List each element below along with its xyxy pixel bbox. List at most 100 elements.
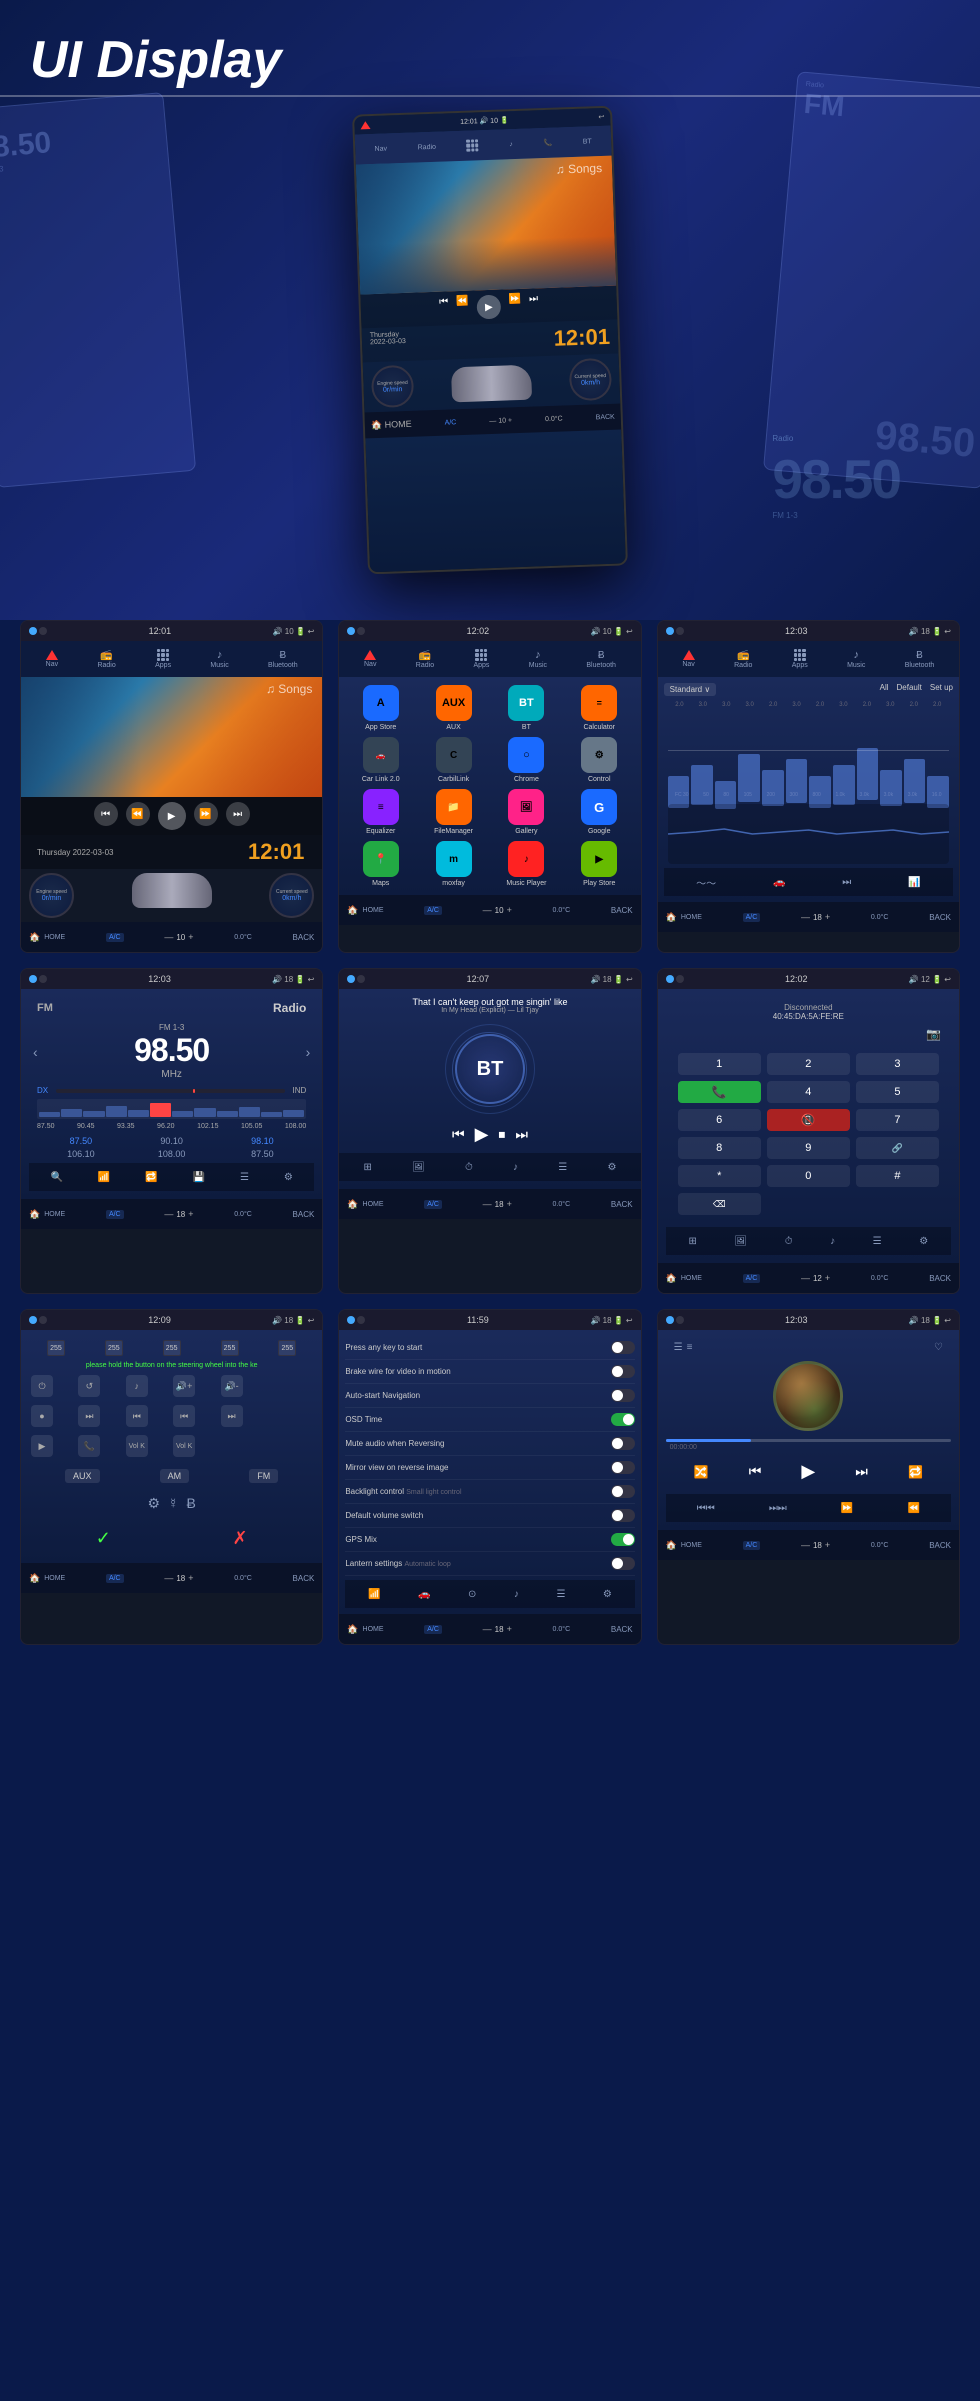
list-icon[interactable]: ☰	[240, 1172, 249, 1183]
music-vol-left[interactable]: ⏮⏮	[697, 1503, 715, 1514]
app-aux[interactable]: AUXAUX	[420, 685, 487, 731]
phone-list-icon[interactable]: ☰	[873, 1236, 882, 1247]
app-appstore[interactable]: AApp Store	[347, 685, 414, 731]
freq-2[interactable]: 90.10	[128, 1136, 216, 1146]
nav-item-radio[interactable]: 📻 Radio	[97, 650, 115, 669]
key-4[interactable]: 4	[767, 1081, 850, 1103]
steer-val-4[interactable]: 255	[221, 1340, 239, 1356]
eq-icon-wave[interactable]: 〜〜	[696, 875, 716, 890]
bt-stop[interactable]: ⏹	[498, 1126, 505, 1143]
aux-label[interactable]: AUX	[65, 1469, 100, 1483]
key-8[interactable]: 8	[678, 1137, 761, 1159]
toggle-wifi-icon[interactable]: 📶	[368, 1589, 380, 1600]
freq-prev[interactable]: ‹	[33, 1044, 38, 1060]
key-2[interactable]: 2	[767, 1053, 850, 1075]
key-hash[interactable]: #	[856, 1165, 939, 1187]
back-button-music[interactable]: BACK	[929, 1541, 951, 1550]
eq-icon-skip[interactable]: ⏭	[842, 877, 851, 888]
end-button[interactable]: 📵	[767, 1109, 850, 1131]
ac-phone[interactable]: A/C	[743, 1274, 761, 1283]
fm-steer-label[interactable]: FM	[249, 1469, 278, 1483]
nav-item-nav[interactable]: Nav	[46, 650, 58, 668]
freq-6[interactable]: 87.50	[219, 1149, 307, 1159]
bt-settings-icon[interactable]: ⚙	[607, 1162, 616, 1173]
next-btn[interactable]: ⏩	[194, 802, 218, 826]
app-filemanager[interactable]: 📁FileManager	[420, 789, 487, 835]
eq-standard-select[interactable]: Standard ∨	[664, 683, 717, 696]
music-repeat[interactable]: 🔁	[908, 1465, 923, 1479]
toggle-lantern-switch[interactable]	[611, 1557, 635, 1570]
eq-nav-radio[interactable]: 📻Radio	[734, 650, 752, 669]
key-3[interactable]: 3	[856, 1053, 939, 1075]
settings-gear[interactable]: ⚙	[147, 1495, 160, 1512]
steer-icon-9[interactable]: Vol K	[173, 1435, 195, 1457]
phone-music-icon[interactable]: ♪	[830, 1236, 835, 1247]
app-google[interactable]: GGoogle	[566, 789, 633, 835]
home-icon-apps[interactable]: 🏠	[347, 905, 358, 916]
key-6[interactable]: 6	[678, 1109, 761, 1131]
toggle-press-switch[interactable]	[611, 1341, 635, 1354]
ac-toggle[interactable]: A/C	[424, 1625, 442, 1634]
toggle-list2-icon[interactable]: ☰	[556, 1589, 565, 1600]
music-list-icon[interactable]: ≡	[687, 1342, 693, 1353]
music-skip-bwd[interactable]: ⏪	[907, 1503, 919, 1514]
toggle-wheel-icon[interactable]: ⊙	[468, 1589, 476, 1600]
search-icon[interactable]: 🔍	[50, 1172, 62, 1183]
toggle-music2-icon[interactable]: ♪	[514, 1589, 519, 1600]
key-back[interactable]: ⌫	[678, 1193, 761, 1215]
steer-val-3[interactable]: 255	[163, 1340, 181, 1356]
cancel-button[interactable]: ✗	[232, 1528, 247, 1549]
loop-icon[interactable]: 🔁	[145, 1172, 157, 1183]
apps-nav-radio[interactable]: 📻Radio	[416, 650, 434, 669]
eq-tab-default[interactable]: Default	[897, 683, 922, 696]
app-musicplayer[interactable]: ♪Music Player	[493, 841, 560, 887]
freq-next[interactable]: ›	[306, 1044, 311, 1060]
music-shuffle[interactable]: 🔀	[694, 1465, 709, 1479]
freq-1[interactable]: 87.50	[37, 1136, 125, 1146]
music-heart-icon[interactable]: ♡	[934, 1342, 943, 1353]
temp-minus[interactable]: —	[164, 932, 173, 942]
key-star[interactable]: *	[678, 1165, 761, 1187]
steer-icon-6[interactable]: ▶	[31, 1435, 53, 1457]
play-btn[interactable]: ▶	[158, 802, 186, 830]
steer-icon-4[interactable]: ⏮	[173, 1405, 195, 1427]
app-moxfay[interactable]: mmoxfay	[420, 841, 487, 887]
skip-fwd-btn[interactable]: ⏭	[226, 802, 250, 826]
back-button-steering[interactable]: BACK	[293, 1574, 315, 1583]
key-5[interactable]: 5	[856, 1081, 939, 1103]
eq-icon-car[interactable]: 🚗	[773, 877, 785, 888]
toggle-settings2-icon[interactable]: ⚙	[603, 1589, 612, 1600]
nav-item-bluetooth[interactable]: Ƀ Bluetooth	[268, 650, 298, 669]
app-control[interactable]: ⚙Control	[566, 737, 633, 783]
freq-3[interactable]: 98.10	[219, 1136, 307, 1146]
back-button-toggle[interactable]: BACK	[611, 1625, 633, 1634]
music-vol-right[interactable]: ⏭⏭	[769, 1503, 787, 1514]
app-calculator[interactable]: =Calculator	[566, 685, 633, 731]
toggle-brake-switch[interactable]	[611, 1365, 635, 1378]
key-link[interactable]: 🔗	[856, 1137, 939, 1159]
ac-radio[interactable]: A/C	[106, 1210, 124, 1219]
settings-icon[interactable]: ⚙	[284, 1172, 293, 1183]
ac-control[interactable]: A/C	[106, 933, 124, 942]
eq-nav-bt[interactable]: ɃBluetooth	[905, 650, 935, 669]
bt-image-icon[interactable]: 🖼	[412, 1162, 425, 1173]
ac-bt[interactable]: A/C	[424, 1200, 442, 1209]
music-menu-icon[interactable]: ☰	[674, 1342, 683, 1353]
phone-grid-icon[interactable]: ⊞	[688, 1236, 696, 1247]
app-playstore[interactable]: ▶Play Store	[566, 841, 633, 887]
app-bt[interactable]: BTBT	[493, 685, 560, 731]
app-carbillink[interactable]: CCarbilLink	[420, 737, 487, 783]
back-button-eq[interactable]: BACK	[929, 913, 951, 922]
eq-nav-nav[interactable]: Nav	[682, 650, 694, 668]
apps-nav-music[interactable]: ♪Music	[529, 649, 547, 669]
bt-clock-icon[interactable]: ⏱	[465, 1162, 473, 1173]
toggle-osd-switch[interactable]	[611, 1413, 635, 1426]
bt-music-icon[interactable]: ♪	[513, 1162, 518, 1173]
music-prev[interactable]: ⏮	[749, 1463, 762, 1480]
am-label[interactable]: AM	[160, 1469, 190, 1483]
skip-back-btn[interactable]: ⏮	[94, 802, 118, 826]
toggle-backlight-switch[interactable]	[611, 1485, 635, 1498]
app-carlink[interactable]: 🚗Car Link 2.0	[347, 737, 414, 783]
toggle-autonav-switch[interactable]	[611, 1389, 635, 1402]
phone-settings-icon[interactable]: ⚙	[919, 1236, 928, 1247]
